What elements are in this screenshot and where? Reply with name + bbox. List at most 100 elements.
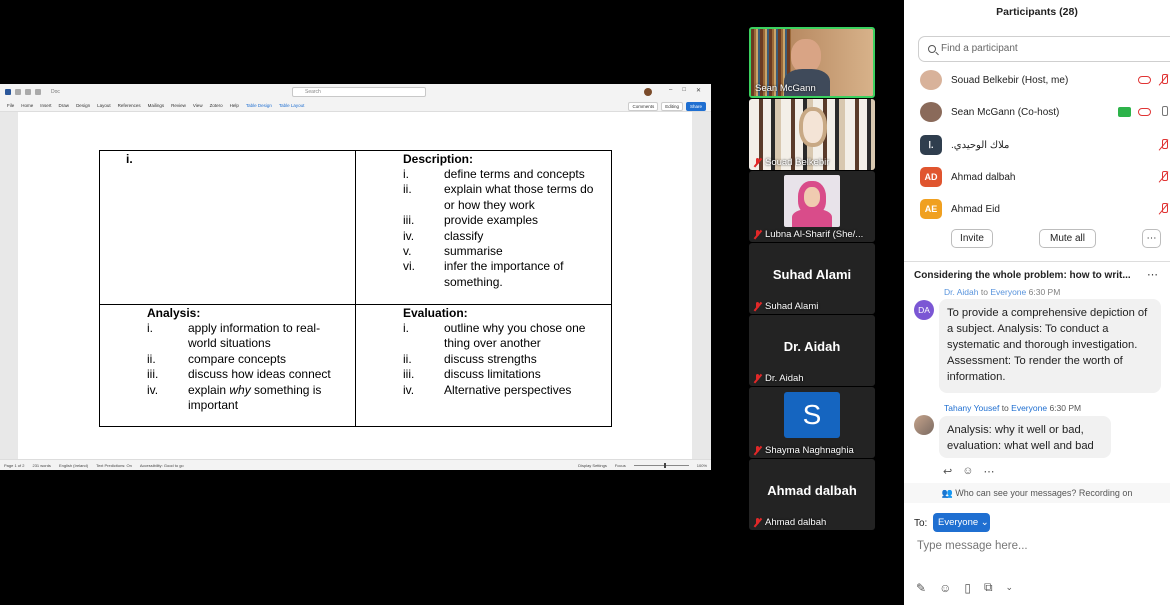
word-count[interactable]: 231 words [32,463,50,468]
muted-mic-icon[interactable] [1158,171,1170,183]
mute-all-button[interactable]: Mute all [1039,229,1096,248]
analysis-heading: Analysis: [147,306,201,320]
chat-message[interactable]: To provide a comprehensive depiction of … [939,299,1161,393]
recipient-dropdown[interactable]: Everyone ⌄ [933,513,990,532]
text-predictions[interactable]: Text Predictions: On [96,463,132,468]
participant-avatar: S [784,392,840,438]
chat-more-icon[interactable]: ⋯ [1147,268,1158,281]
word-titlebar: Doc Search – □ ✕ [0,84,711,100]
chevron-down-icon[interactable]: ⌄ [1006,582,1014,593]
muted-mic-icon [753,446,762,455]
word-ribbon: File Home Insert Draw Design Layout Refe… [0,100,711,112]
video-tile[interactable]: Lubna Al-Sharif (She/... [749,171,875,242]
word-statusbar: Page 1 of 2 231 words English (Ireland) … [0,459,711,470]
tab-review[interactable]: Review [171,103,186,108]
tab-table-design[interactable]: Table Design [246,103,272,108]
participant-row[interactable]: Souad Belkebir (Host, me) [920,69,1170,91]
chat-message[interactable]: Analysis: why it well or bad, evaluation… [939,416,1111,458]
tab-mailings[interactable]: Mailings [148,103,165,108]
tab-references[interactable]: References [118,103,141,108]
comments-button[interactable]: Comments [628,102,659,111]
minimize-icon[interactable]: – [669,87,672,94]
video-tile[interactable]: Dr. Aidah Dr. Aidah [749,315,875,386]
list-item: iii. discuss how ideas connect [147,367,331,382]
avatar: DA [914,300,934,320]
tab-table-layout[interactable]: Table Layout [279,103,305,108]
zoom-slider[interactable] [633,462,689,468]
cell-heading: i. [126,152,133,166]
tab-insert[interactable]: Insert [40,103,51,108]
participant-search-input[interactable]: Find a participant [918,36,1170,62]
table-cell-evaluation[interactable]: Evaluation: i. outline why you chose one … [355,304,612,427]
muted-mic-icon[interactable] [1158,203,1170,215]
invite-button[interactable]: Invite [951,229,993,248]
muted-mic-icon[interactable] [1158,74,1170,86]
reply-icon[interactable]: ↩ [943,465,952,478]
maximize-icon[interactable]: □ [682,87,686,94]
muted-mic-icon[interactable] [1158,139,1170,151]
accessibility-status[interactable]: Accessibility: Good to go [140,463,184,468]
screenshot-icon[interactable]: ⧉ [984,580,993,595]
participant-name: Dr. Aidah [765,373,804,384]
display-settings-button[interactable]: Display Settings [578,463,607,468]
redo-icon[interactable] [35,89,41,95]
tab-view[interactable]: View [193,103,203,108]
evaluation-heading: Evaluation: [403,306,468,320]
page-count[interactable]: Page 1 of 2 [4,463,24,468]
video-off-icon [1138,108,1151,116]
file-icon[interactable]: ▯ [964,581,971,595]
autosave-icon[interactable] [15,89,21,95]
tab-file[interactable]: File [7,103,14,108]
avatar: AE [920,199,942,219]
video-tile[interactable]: Ahmad dalbah Ahmad dalbah [749,459,875,530]
participant-row[interactable]: Sean McGann (Co-host) [920,101,1170,123]
share-button[interactable]: Share [685,102,706,111]
word-search-input[interactable]: Search [292,87,426,97]
tab-design[interactable]: Design [76,103,90,108]
mic-icon[interactable] [1158,106,1170,118]
tab-draw[interactable]: Draw [59,103,70,108]
participant-row[interactable]: AE Ahmad Eid [920,198,1170,220]
table-cell-description[interactable]: Description: i. define terms and concepts… [355,150,612,305]
participant-video [784,175,840,227]
participant-row[interactable]: ا. ملاك الوحيدي. [920,134,1170,156]
close-icon[interactable]: ✕ [696,87,701,94]
document-page[interactable]: i. Description: i. define terms and conce… [18,112,692,459]
participant-row[interactable]: AD Ahmad dalbah [920,166,1170,188]
message-input[interactable]: Type message here... [917,536,1157,556]
participant-name: Ahmad Eid [951,203,1000,215]
participant-name-large: Ahmad dalbah [767,483,857,498]
tab-help[interactable]: Help [230,103,239,108]
document-canvas: i. Description: i. define terms and conce… [0,112,711,459]
avatar [920,70,942,90]
document-table: i. Description: i. define terms and conce… [99,150,612,427]
muted-mic-icon [753,518,762,527]
editing-mode-button[interactable]: Editing [661,102,683,111]
list-item: iii. provide examples [403,213,539,228]
muted-mic-icon [753,230,762,239]
message-visibility-note[interactable]: 👥 Who can see your messages? Recording o… [904,483,1170,503]
video-tile[interactable]: Souad Belkebir [749,99,875,170]
table-cell-analysis[interactable]: Analysis: i. apply information to real-wo… [99,304,356,427]
list-item: i. define terms and concepts [403,167,585,181]
tab-zotero[interactable]: Zotero [210,103,223,108]
tab-layout[interactable]: Layout [97,103,111,108]
participant-name: Ahmad dalbah [951,171,1016,183]
undo-icon[interactable] [25,89,31,95]
language-indicator[interactable]: English (Ireland) [59,463,88,468]
focus-button[interactable]: Focus [615,463,626,468]
more-options-button[interactable]: ⋯ [1142,229,1161,248]
zoom-level[interactable]: 100% [697,463,707,468]
tab-home[interactable]: Home [21,103,33,108]
emoji-reaction-icon[interactable]: ☺ [962,465,973,478]
format-icon[interactable]: ✎ [916,581,926,595]
more-icon[interactable]: ⋯ [983,465,994,478]
video-tile[interactable]: Suhad Alami Suhad Alami [749,243,875,314]
list-item: iv. classify [403,228,484,243]
account-avatar[interactable] [644,88,652,96]
chat-thread-title[interactable]: Considering the whole problem: how to wr… [914,270,1146,281]
table-cell-empty[interactable]: i. [99,150,356,305]
video-tile[interactable]: S Shayma Naghnaghia [749,387,875,458]
video-tile[interactable]: Sean McGann [749,27,875,98]
emoji-icon[interactable]: ☺ [939,581,951,595]
